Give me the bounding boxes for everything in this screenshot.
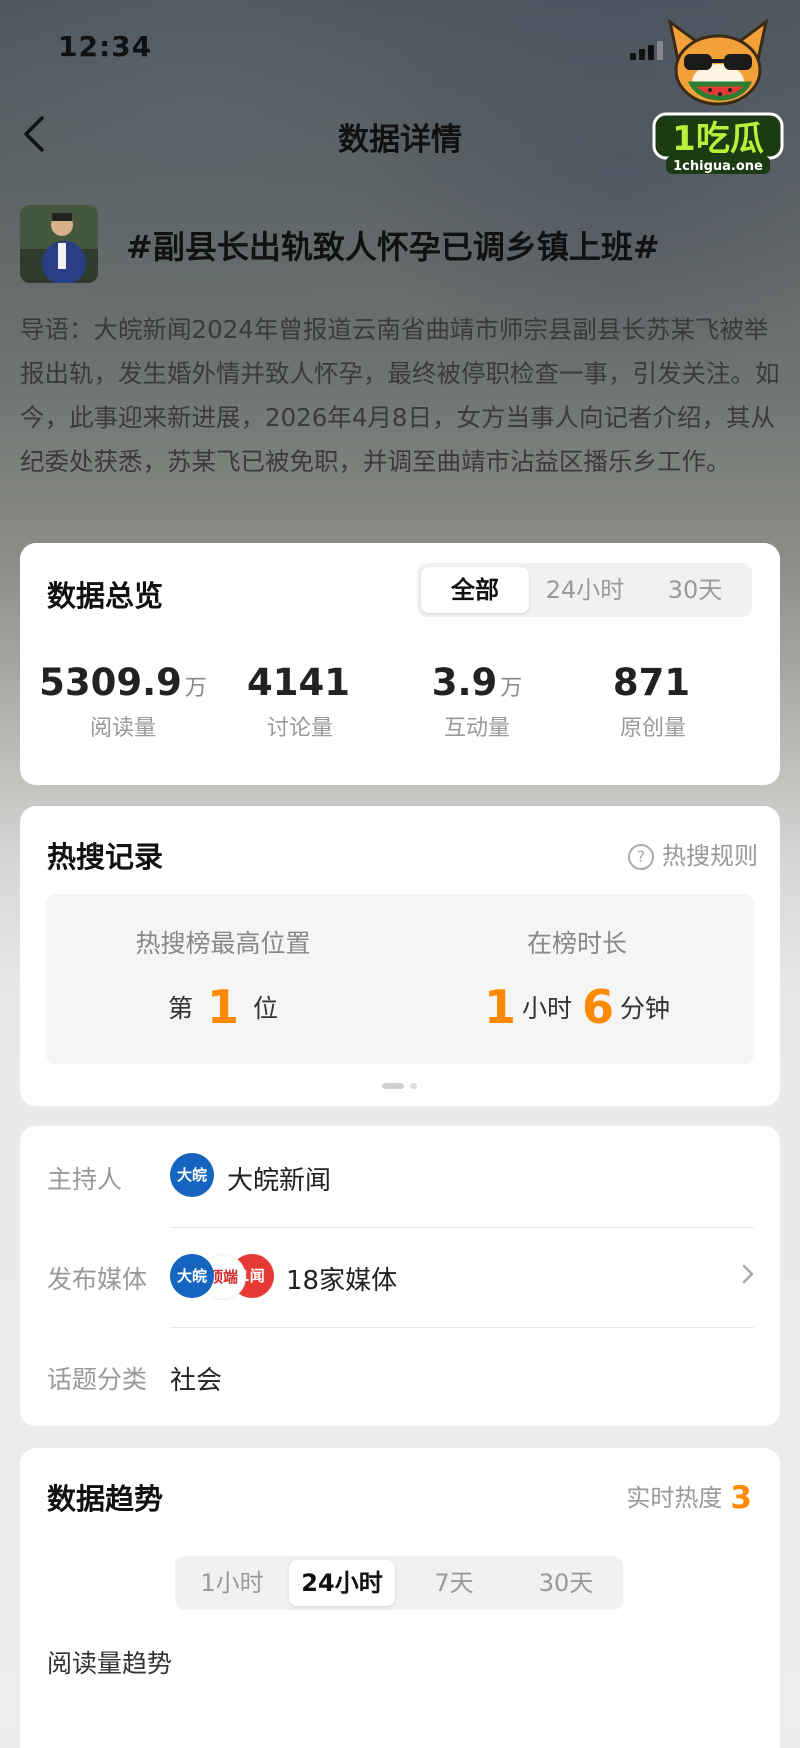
overview-card: 数据总览 全部 24小时 30天 5309.9 万 阅读量 4141 讨论量 3.… (20, 543, 780, 785)
on-list-duration: 在榜时长 1 小时 6 分钟 (400, 924, 754, 1034)
realtime-value: 3 (730, 1480, 752, 1516)
stat-reads: 5309.9 万 阅读量 (28, 661, 218, 742)
trend-title: 数据趋势 (47, 1482, 164, 1516)
stat-label: 讨论量 (266, 716, 333, 741)
page-indicator (382, 1074, 423, 1093)
tab-1h[interactable]: 1小时 (179, 1560, 285, 1606)
logo-subtext: 1chigua.one (673, 159, 763, 174)
realtime-heat: 实时热度 3 (626, 1478, 752, 1516)
realtime-label: 实时热度 (626, 1484, 723, 1512)
stat-label: 阅读量 (89, 716, 156, 741)
stat-unit: 万 (184, 676, 207, 701)
hours-unit: 小时 (521, 994, 572, 1023)
topic-avatar (20, 205, 98, 283)
rules-label: 热搜规则 (662, 842, 758, 870)
category-label: 话题分类 (47, 1365, 148, 1394)
hot-search-stats: 热搜榜最高位置 第1位 在榜时长 1 小时 6 分钟 (46, 894, 754, 1064)
stat-value: 3.9 (431, 661, 498, 704)
page-title: 数据详情 (338, 122, 462, 158)
topic-title: #副县长出轨致人怀孕已调乡镇上班# (126, 228, 660, 266)
stat-value: 871 (612, 661, 691, 704)
media-count: 18家媒体 (286, 1266, 398, 1296)
category-value: 社会 (170, 1366, 223, 1396)
stat-discussions: 4141 讨论量 (205, 661, 395, 742)
host-label: 主持人 (47, 1165, 123, 1194)
minutes-value: 6 (582, 980, 615, 1034)
hot-search-card: 热搜记录 ? 热搜规则 热搜榜最高位置 第1位 在榜时长 1 小时 6 分钟 (20, 806, 780, 1106)
stat-value: 4141 (247, 661, 350, 704)
tab-all[interactable]: 全部 (421, 567, 529, 613)
trend-range-selector: 1小时 24小时 7天 30天 (175, 1556, 623, 1610)
trend-card: 数据趋势 实时热度 3 1小时 24小时 7天 30天 阅读量趋势 (20, 1448, 780, 1748)
tab-7d[interactable]: 7天 (401, 1560, 507, 1606)
rank-prefix: 第 (167, 994, 193, 1023)
tab-30d-trend[interactable]: 30天 (513, 1560, 619, 1606)
stat-interactions: 3.9 万 互动量 (382, 661, 572, 742)
hot-search-rules-link[interactable]: ? 热搜规则 (628, 836, 758, 871)
rank-value: 1 (206, 980, 239, 1034)
media-logo-1: 大皖 (170, 1254, 214, 1298)
stat-label: 原创量 (619, 716, 686, 741)
stat-unit: 万 (500, 676, 523, 701)
host-row: 主持人 大皖 大皖新闻 (20, 1126, 780, 1226)
tab-24h-trend[interactable]: 24小时 (289, 1560, 395, 1606)
host-name[interactable]: 大皖新闻 (227, 1160, 331, 1197)
question-icon: ? (628, 844, 654, 870)
stat-original: 871 原创量 (558, 661, 748, 742)
minutes-unit: 分钟 (620, 994, 671, 1023)
stat-label: 互动量 (443, 716, 510, 741)
chevron-right-icon (742, 1264, 754, 1284)
category-row: 话题分类 社会 (20, 1326, 780, 1426)
highest-rank: 热搜榜最高位置 第1位 (46, 924, 400, 1034)
host-logo: 大皖 (170, 1153, 214, 1197)
media-label: 发布媒体 (47, 1265, 148, 1294)
overview-title: 数据总览 (47, 579, 164, 613)
hot-search-title: 热搜记录 (47, 840, 164, 874)
tab-24h[interactable]: 24小时 (531, 567, 639, 613)
tab-30d[interactable]: 30天 (641, 567, 749, 613)
topic-intro: 导语：大皖新闻2024年曾报道云南省曲靖市师宗县副县长苏某飞被举报出轨，发生婚外… (20, 315, 780, 476)
media-row[interactable]: 发布媒体 大皖 顶端 1闻 18家媒体 (20, 1226, 780, 1326)
hours-value: 1 (483, 980, 516, 1034)
duration-label: 在榜时长 (526, 929, 627, 958)
stat-value: 5309.9 (39, 661, 182, 704)
overview-range-selector: 全部 24小时 30天 (417, 563, 752, 617)
info-card: 主持人 大皖 大皖新闻 发布媒体 大皖 顶端 1闻 18家媒体 话题分类 社会 (20, 1126, 780, 1426)
highest-rank-label: 热搜榜最高位置 (135, 929, 311, 958)
reads-trend-label: 阅读量趋势 (47, 1649, 173, 1678)
status-time: 12:34 (58, 30, 153, 63)
rank-suffix: 位 (253, 994, 279, 1023)
